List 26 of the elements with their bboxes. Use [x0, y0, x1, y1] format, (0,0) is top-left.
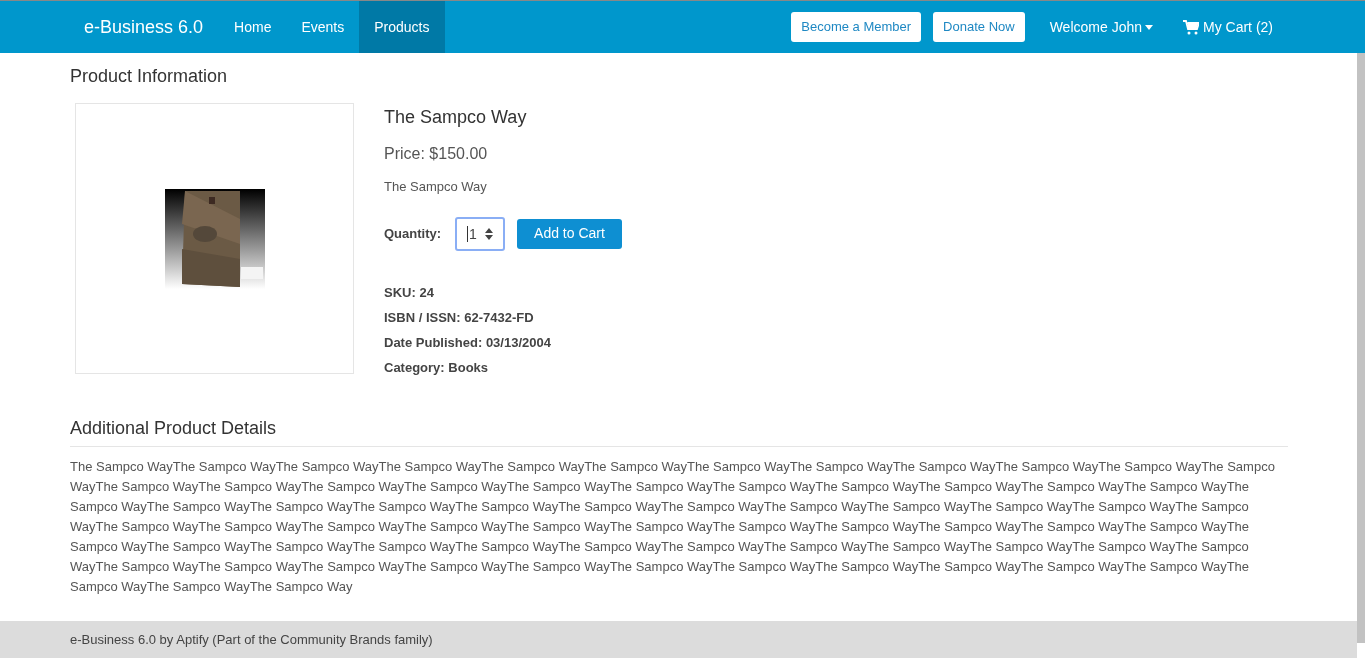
cart-icon [1183, 19, 1199, 35]
quantity-field[interactable]: 1 [455, 216, 506, 251]
product-price: Price: $150.00 [384, 144, 489, 164]
product-attribute: ISBN / ISSN: 62-7432-FD [384, 308, 535, 327]
product-attribute: Category: Books [384, 358, 490, 377]
user-menu[interactable]: Welcome John [1049, 1, 1153, 53]
header-button[interactable]: Donate Now [933, 12, 1025, 42]
add-to-cart-button[interactable]: Add to Cart [517, 218, 622, 249]
header-button[interactable]: Become a Member [791, 12, 922, 42]
nav-tab[interactable]: Home [219, 1, 287, 53]
spinner-icon[interactable] [485, 227, 494, 240]
details-text: The Sampco WayThe Sampco WayThe Sampco WayThe Sampco WayThe Sampco WayThe Sampco WayThe Sampco WayThe Sampco WayThe Sampco WayThe Sampco WayThe Sampco WayThe Sampco WayThe Sampco WayThe Sampco WayThe Sampco WayThe Sampco WayThe Sampco WayThe Sampco WayThe Sampco WayThe Sampco WayThe Sampco WayThe Sampco WayThe Sampco WayThe Sampco WayThe Sampco WayThe Sampco WayThe Sampco WayThe Sampco WayThe Sampco WayThe Sampco WayThe Sampco WayThe Sampco WayThe Sampco WayThe Sampco WayThe Sampco WayThe Sampco WayThe Sampco WayThe Sampco WayThe Sampco WayThe Sampco WayThe Sampco WayThe Sampco WayThe Sampco WayThe Sampco WayThe Sampco WayThe Sampco WayThe Sampco WayThe Sampco WayThe Sampco WayThe Sampco WayThe Sampco WayThe Sampco WayThe Sampco WayThe Sampco WayThe Sampco WayThe Sampco WayThe Sampco WayThe Sampco WayThe Sampco WayThe Sampco WayThe Sampco WayThe Sampco WayThe Sampco WayThe Sampco WayThe Sampco WayThe Sampco WayThe Sampco WayThe Sampco WayThe Sampco WayThe Sampco WayThe Sampco WayThe Sampco Way [70, 457, 1276, 596]
product-attribute: Date Published: 03/13/2004 [384, 333, 552, 352]
quantity-label: Quantity: [384, 224, 442, 243]
caret-icon [1145, 24, 1153, 30]
cart-link[interactable]: My Cart (2) [1183, 1, 1273, 53]
nav-tab[interactable]: Events [286, 1, 360, 53]
product-name: The Sampco Way [384, 106, 528, 129]
product-description: The Sampco Way [384, 178, 488, 196]
product-attribute: SKU: 24 [384, 283, 435, 302]
section-heading: Additional Product Details [70, 414, 1288, 447]
scrollbar[interactable] [1357, 53, 1365, 643]
brand-title[interactable]: e-Business 6.0 [84, 13, 204, 41]
footer-text: e-Business 6.0 by Aptify (Part of the Community Brands family) [70, 630, 433, 649]
nav-tab[interactable]: Products [359, 1, 445, 53]
page-title: Product Information [70, 65, 229, 88]
